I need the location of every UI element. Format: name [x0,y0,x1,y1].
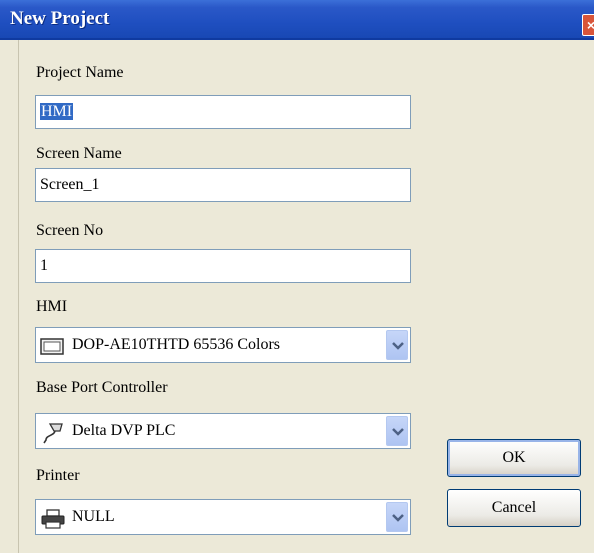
base-port-controller-label: Base Port Controller [36,379,168,396]
base-port-controller-select[interactable]: Delta DVP PLC [35,413,411,449]
hmi-dropdown-arrow[interactable] [386,330,408,360]
base-port-controller-value: Delta DVP PLC [72,422,176,439]
printer-label: Printer [36,467,80,484]
chevron-down-icon [392,428,404,436]
dialog-title: New Project [10,8,110,29]
new-project-dialog: New Project × Project Name HMI Screen Na… [0,0,594,553]
project-name-label: Project Name [36,64,124,81]
printer-value: NULL [72,508,115,525]
screen-name-input[interactable]: Screen_1 [35,168,411,202]
base-port-controller-dropdown-arrow[interactable] [386,416,408,446]
printer-select[interactable]: NULL [35,499,411,535]
hmi-select[interactable]: DOP-AE10THTD 65536 Colors [35,327,411,363]
chevron-down-icon [392,514,404,522]
project-name-input[interactable]: HMI [35,95,411,129]
screen-no-label: Screen No [36,222,104,239]
screen-name-value: Screen_1 [40,176,100,193]
title-bar[interactable]: New Project × [0,0,594,40]
plug-icon [40,422,66,444]
hmi-value: DOP-AE10THTD 65536 Colors [72,336,280,353]
hmi-label: HMI [36,298,68,315]
cancel-button[interactable]: Cancel [447,489,581,527]
project-name-value: HMI [40,103,74,120]
screen-name-label: Screen Name [36,145,122,162]
monitor-icon [40,336,66,356]
ok-button[interactable]: OK [447,439,581,477]
close-button[interactable]: × [582,14,594,36]
chevron-down-icon [392,342,404,350]
screen-no-input[interactable]: 1 [35,249,411,283]
screen-no-value: 1 [40,257,48,274]
close-icon: × [586,17,594,33]
printer-icon [40,508,66,529]
printer-dropdown-arrow[interactable] [386,502,408,532]
